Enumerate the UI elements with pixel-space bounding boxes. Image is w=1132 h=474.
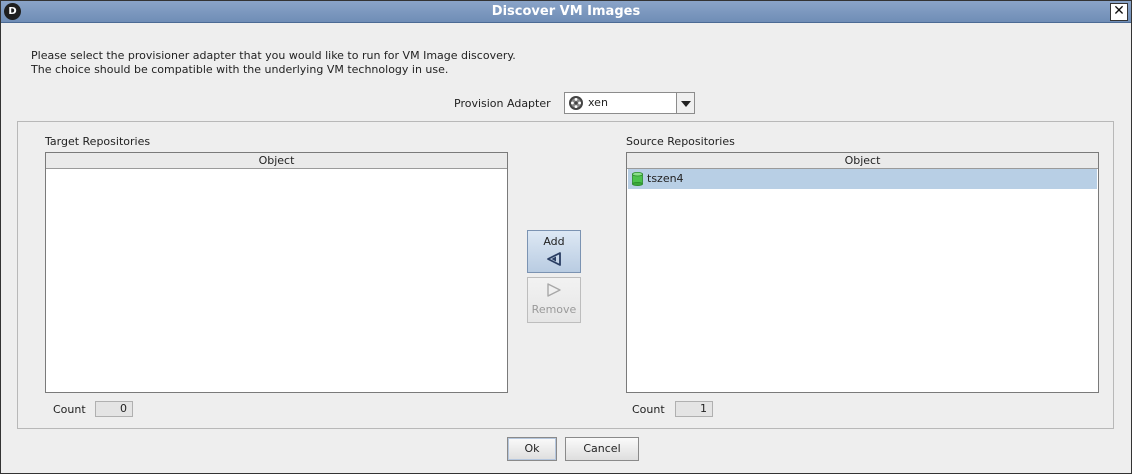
provision-adapter-select[interactable]: xen [564, 92, 695, 114]
target-column-header-object[interactable]: Object [46, 153, 507, 169]
target-count-label: Count [53, 403, 86, 416]
source-row-label: tszen4 [647, 172, 684, 185]
title-bar[interactable]: D Discover VM Images ✕ [1, 1, 1131, 23]
add-button-label: Add [543, 235, 565, 248]
target-repositories-table[interactable]: Object [45, 152, 508, 393]
source-row-tszen4[interactable]: tszen4 [628, 169, 1097, 189]
source-count-value: 1 [675, 401, 713, 417]
instructions-text: Please select the provisioner adapter th… [31, 49, 516, 77]
instructions-line-2: The choice should be compatible with the… [31, 63, 449, 76]
close-button[interactable]: ✕ [1110, 3, 1128, 21]
remove-button[interactable]: Remove [527, 277, 581, 323]
add-button[interactable]: Add [527, 230, 581, 273]
window-title: Discover VM Images [491, 4, 641, 19]
remove-button-label: Remove [531, 303, 577, 316]
database-icon [632, 172, 643, 186]
repositories-panel: Target Repositories Object Count 0 Add R… [17, 121, 1114, 429]
arrow-left-icon [547, 252, 561, 266]
cancel-button[interactable]: Cancel [565, 437, 639, 461]
dialog-window: D Discover VM Images ✕ Please select the… [0, 0, 1132, 474]
provision-adapter-label: Provision Adapter [454, 97, 551, 110]
arrow-right-icon [547, 283, 561, 297]
gear-icon [569, 96, 583, 110]
instructions-line-1: Please select the provisioner adapter th… [31, 49, 516, 62]
ok-button[interactable]: Ok [507, 437, 557, 461]
target-count-value: 0 [95, 401, 133, 417]
source-repositories-table[interactable]: Object tszen4 [626, 152, 1099, 393]
source-column-header-object[interactable]: Object [627, 153, 1098, 169]
source-count-label: Count [632, 403, 665, 416]
target-repositories-label: Target Repositories [45, 135, 151, 148]
provision-adapter-value: xen [588, 96, 608, 109]
chevron-down-icon[interactable] [676, 93, 694, 113]
source-repositories-label: Source Repositories [626, 135, 735, 148]
